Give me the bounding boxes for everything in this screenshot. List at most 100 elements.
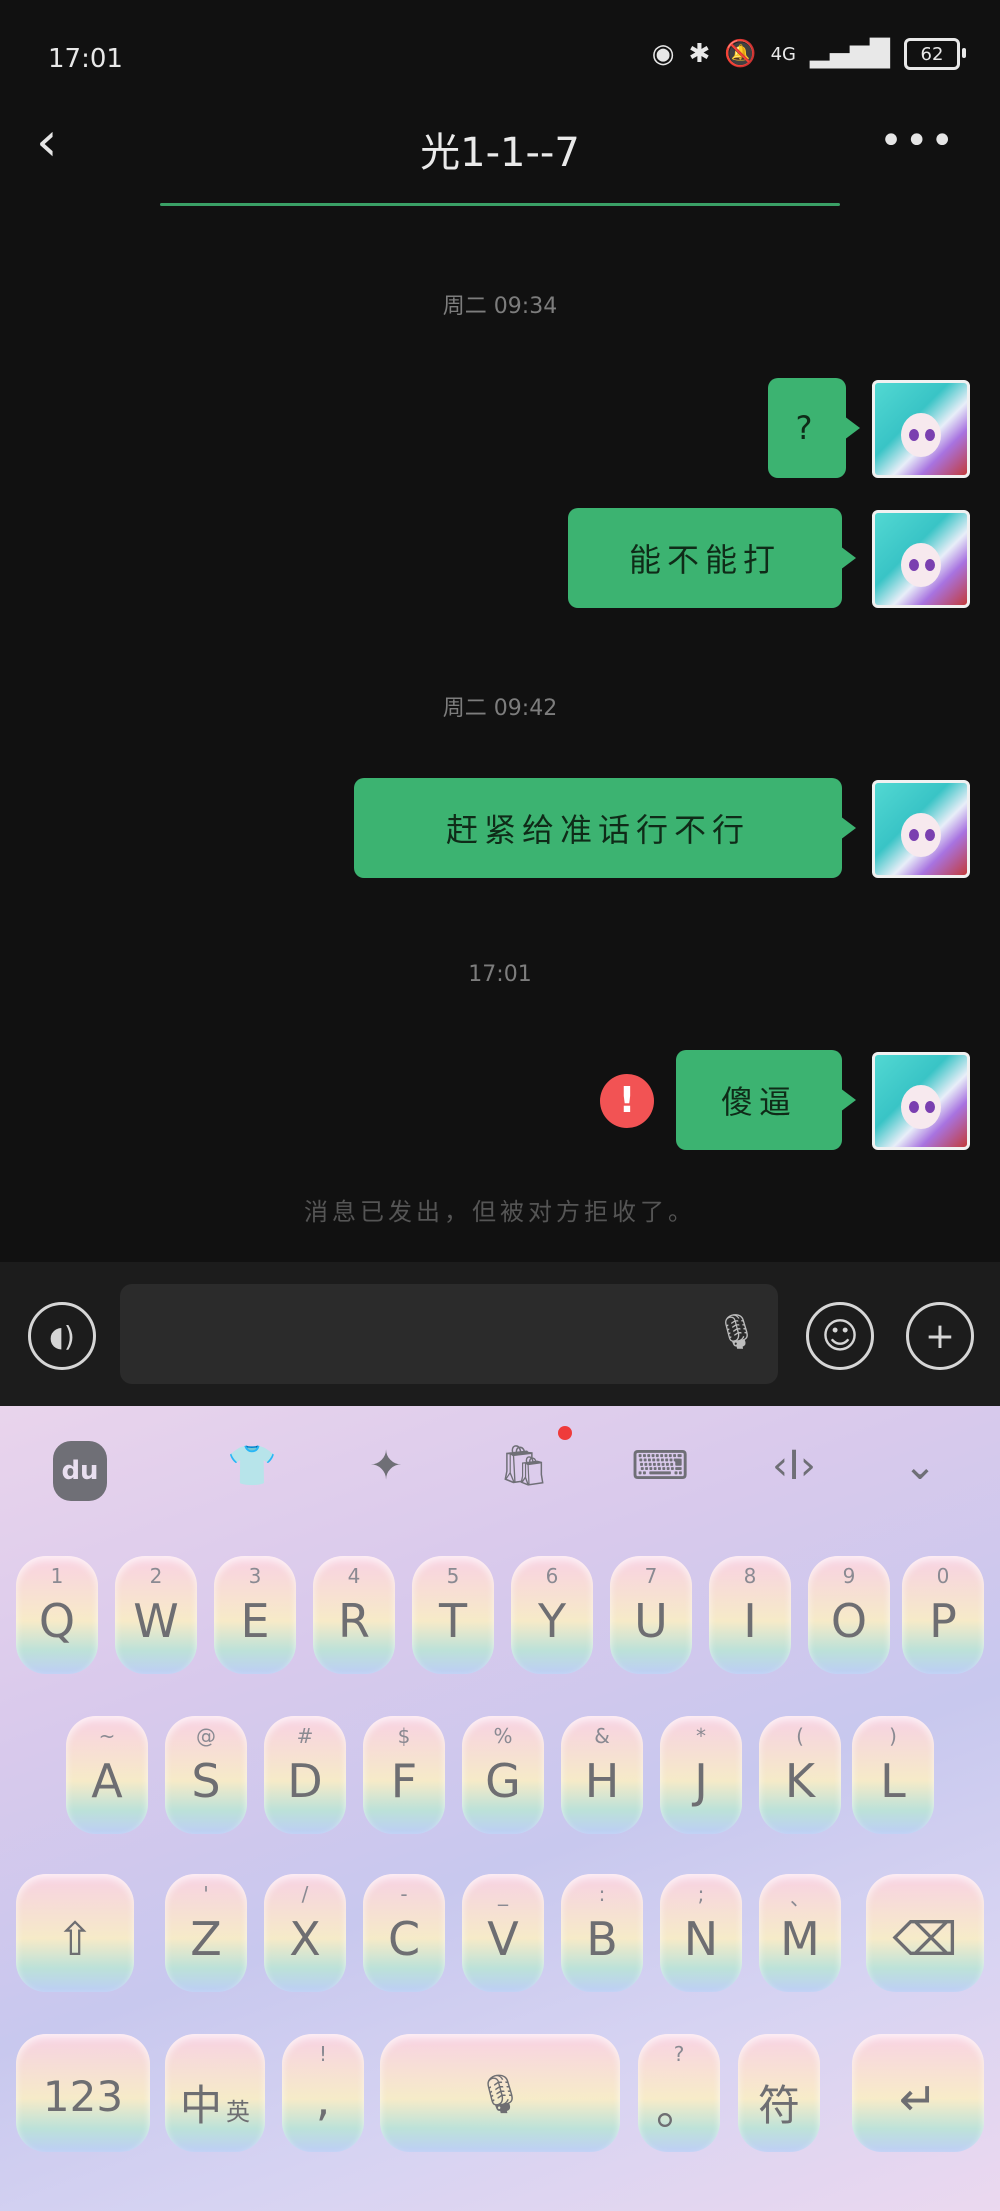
message-bubble[interactable]: 傻逼 bbox=[676, 1050, 856, 1150]
symbols-key[interactable]: 符 bbox=[738, 2034, 820, 2152]
key-p[interactable]: 0P bbox=[902, 1556, 984, 1674]
backspace-icon: ⌫ bbox=[892, 1912, 958, 1966]
key-label: N bbox=[683, 1912, 719, 1966]
period-key[interactable]: ?。 bbox=[638, 2034, 720, 2152]
ai-sparkle-icon[interactable]: ✦ bbox=[356, 1436, 416, 1496]
timestamp: 17:01 bbox=[468, 962, 532, 987]
key-u[interactable]: 7U bbox=[610, 1556, 692, 1674]
key-sub: * bbox=[696, 1724, 706, 1748]
baidu-logo-icon[interactable]: du bbox=[50, 1436, 110, 1501]
key-label: 中英 bbox=[165, 2072, 265, 2133]
key-d[interactable]: # D bbox=[264, 1716, 346, 1834]
key-sub: 5 bbox=[446, 1564, 460, 1588]
keyboard-icon[interactable]: ⌨ bbox=[630, 1436, 690, 1496]
key-h[interactable]: & H bbox=[561, 1716, 643, 1834]
add-button[interactable]: + bbox=[906, 1302, 974, 1370]
key-m[interactable]: 、 M bbox=[759, 1874, 841, 1992]
key-label: 123 bbox=[42, 2072, 124, 2121]
microphone-icon[interactable]: 🎙 bbox=[715, 1312, 758, 1352]
voice-toggle-button[interactable]: ◖) bbox=[28, 1302, 96, 1370]
key-label: U bbox=[634, 1594, 668, 1648]
avatar[interactable] bbox=[872, 510, 970, 608]
key-c[interactable]: -C bbox=[363, 1874, 445, 1992]
message-input[interactable]: 🎙 bbox=[120, 1284, 778, 1384]
key-z[interactable]: ' Z bbox=[165, 1874, 247, 1992]
key-f[interactable]: $ F bbox=[363, 1716, 445, 1834]
avatar[interactable] bbox=[872, 1052, 970, 1150]
key-sub: ) bbox=[889, 1724, 897, 1748]
key-sub: 6 bbox=[545, 1564, 559, 1588]
avatar[interactable] bbox=[872, 380, 970, 478]
key-label: X bbox=[289, 1912, 321, 1966]
collapse-icon[interactable]: ⌄ bbox=[890, 1436, 950, 1496]
key-label: , bbox=[315, 2072, 331, 2126]
lang-sub: 英 bbox=[226, 2098, 250, 2126]
key-sub: 8 bbox=[743, 1564, 757, 1588]
more-button[interactable]: ••• bbox=[879, 118, 956, 164]
key-g[interactable]: % G bbox=[462, 1716, 544, 1834]
key-label: 。 bbox=[656, 2081, 702, 2135]
key-label: A bbox=[91, 1754, 123, 1808]
message-bubble[interactable]: 能不能打 bbox=[568, 508, 856, 608]
key-sub: 3 bbox=[248, 1564, 262, 1588]
key-label: F bbox=[390, 1754, 418, 1808]
key-o[interactable]: 9O bbox=[808, 1556, 890, 1674]
smile-icon: ☺ bbox=[821, 1315, 859, 1357]
comma-key[interactable]: !, bbox=[282, 2034, 364, 2152]
message-bubble[interactable]: 赶紧给准话行不行 bbox=[354, 778, 856, 878]
space-key[interactable]: 🎙 bbox=[380, 2034, 620, 2152]
network-label: 4G bbox=[770, 43, 797, 65]
mute-bell-icon: 🔕 bbox=[724, 39, 757, 69]
key-label: I bbox=[743, 1594, 757, 1648]
key-sub: ? bbox=[673, 2042, 685, 2066]
key-n[interactable]: ; N bbox=[660, 1874, 742, 1992]
shirt-icon[interactable]: 👕 bbox=[222, 1436, 282, 1496]
error-icon[interactable]: ! bbox=[600, 1074, 654, 1128]
cursor-icon[interactable]: ‹I› bbox=[764, 1436, 824, 1496]
key-r[interactable]: 4R bbox=[313, 1556, 395, 1674]
status-icons: ◉ ✱ 🔕 4G ▂▄▆█ 62 bbox=[651, 38, 966, 70]
shift-key[interactable]: ⇧ bbox=[16, 1874, 134, 1992]
message-bubble[interactable]: ? bbox=[768, 378, 860, 478]
key-x[interactable]: / X bbox=[264, 1874, 346, 1992]
key-s[interactable]: @ S bbox=[165, 1716, 247, 1834]
key-sub: : bbox=[598, 1882, 606, 1906]
message-text: 能不能打 bbox=[628, 541, 781, 579]
eye-icon: ◉ bbox=[651, 39, 675, 69]
voice-wave-icon: ◖) bbox=[49, 1319, 75, 1353]
key-sub: - bbox=[400, 1882, 408, 1906]
numbers-key[interactable]: 123 bbox=[16, 2034, 150, 2152]
key-label: L bbox=[880, 1754, 906, 1808]
key-e[interactable]: 3E bbox=[214, 1556, 296, 1674]
message-text: ? bbox=[795, 409, 819, 447]
key-y[interactable]: 6Y bbox=[511, 1556, 593, 1674]
key-v[interactable]: _ V bbox=[462, 1874, 544, 1992]
emoji-button[interactable]: ☺ bbox=[806, 1302, 874, 1370]
key-sub: 9 bbox=[842, 1564, 856, 1588]
key-w[interactable]: 2W bbox=[115, 1556, 197, 1674]
key-i[interactable]: 8I bbox=[709, 1556, 791, 1674]
key-label: M bbox=[780, 1912, 820, 1966]
chat-title: 光1-1--7 bbox=[420, 130, 580, 176]
battery-level: 62 bbox=[920, 43, 944, 65]
avatar[interactable] bbox=[872, 780, 970, 878]
key-sub: 2 bbox=[149, 1564, 163, 1588]
key-a[interactable]: ~ A bbox=[66, 1716, 148, 1834]
timestamp: 周二 09:42 bbox=[442, 696, 558, 721]
shopping-bag-icon[interactable]: 🛍 bbox=[494, 1436, 554, 1496]
key-k[interactable]: (K bbox=[759, 1716, 841, 1834]
backspace-key[interactable]: ⌫ bbox=[866, 1874, 984, 1992]
key-sub: 7 bbox=[644, 1564, 658, 1588]
key-label: G bbox=[485, 1754, 521, 1808]
key-t[interactable]: 5T bbox=[412, 1556, 494, 1674]
shift-icon: ⇧ bbox=[55, 1912, 95, 1966]
language-toggle-key[interactable]: 中英 bbox=[165, 2034, 265, 2152]
key-j[interactable]: * J bbox=[660, 1716, 742, 1834]
key-l[interactable]: ) L bbox=[852, 1716, 934, 1834]
enter-key[interactable]: ↵ bbox=[852, 2034, 984, 2152]
key-b[interactable]: :B bbox=[561, 1874, 643, 1992]
key-q[interactable]: 1Q bbox=[16, 1556, 98, 1674]
key-label: P bbox=[929, 1594, 957, 1648]
key-label: R bbox=[338, 1594, 370, 1648]
key-sub: 4 bbox=[347, 1564, 361, 1588]
